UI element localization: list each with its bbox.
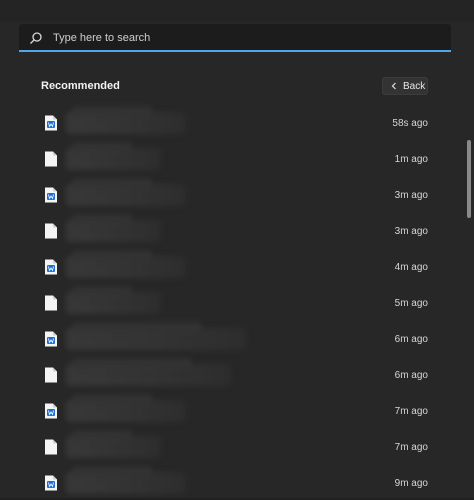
back-label: Back	[403, 81, 426, 92]
start-search-panel: Recommended Back 58s ago 1m ago 3m ago 3m a…	[0, 0, 474, 498]
recommended-list: 58s ago 1m ago 3m ago 3m ago 4m ago 5m ago 6m …	[0, 104, 466, 500]
recommended-item[interactable]: 9m ago	[0, 464, 466, 500]
recommended-item[interactable]: 6m ago	[0, 356, 466, 392]
item-time: 6m ago	[394, 370, 428, 381]
item-time: 4m ago	[394, 262, 428, 273]
redacted-filename-shadow	[72, 394, 152, 404]
scrollbar-thumb[interactable]	[467, 140, 471, 218]
redacted-filename-shadow	[72, 178, 152, 188]
recommended-item[interactable]: 6m ago	[0, 320, 466, 356]
item-time: 7m ago	[394, 442, 428, 453]
word-doc-icon	[45, 259, 57, 275]
recommended-item[interactable]: 7m ago	[0, 428, 466, 464]
word-doc-icon	[45, 403, 57, 419]
item-time: 5m ago	[394, 298, 428, 309]
back-button[interactable]: Back	[382, 77, 428, 95]
item-time: 3m ago	[394, 190, 428, 201]
word-doc-icon	[45, 331, 57, 347]
recommended-item[interactable]: 4m ago	[0, 248, 466, 284]
file-icon	[45, 223, 57, 239]
recommended-item[interactable]: 7m ago	[0, 392, 466, 428]
redacted-filename-shadow	[72, 358, 192, 368]
top-strip	[0, 0, 474, 22]
item-time: 9m ago	[394, 478, 428, 489]
chevron-left-icon	[391, 82, 396, 90]
recommended-heading: Recommended	[41, 80, 120, 92]
search-icon	[30, 32, 42, 44]
file-icon	[45, 367, 57, 383]
search-input[interactable]	[51, 24, 445, 52]
item-time: 1m ago	[394, 154, 428, 165]
file-icon	[45, 151, 57, 167]
redacted-filename-shadow	[72, 142, 132, 152]
word-doc-icon	[45, 187, 57, 203]
redacted-filename-shadow	[72, 286, 132, 296]
recommended-item[interactable]: 3m ago	[0, 212, 466, 248]
redacted-filename-shadow	[72, 214, 132, 224]
word-doc-icon	[45, 475, 57, 491]
search-box[interactable]	[19, 24, 451, 52]
recommended-item[interactable]: 5m ago	[0, 284, 466, 320]
recommended-item[interactable]: 3m ago	[0, 176, 466, 212]
redacted-filename-shadow	[72, 250, 152, 260]
redacted-filename-shadow	[72, 430, 132, 440]
item-time: 7m ago	[394, 406, 428, 417]
recommended-item[interactable]: 1m ago	[0, 140, 466, 176]
item-time: 3m ago	[394, 226, 428, 237]
redacted-filename-shadow	[72, 106, 152, 116]
file-icon	[45, 295, 57, 311]
item-time: 58s ago	[392, 118, 428, 129]
recommended-item[interactable]: 58s ago	[0, 104, 466, 140]
word-doc-icon	[45, 115, 57, 131]
redacted-filename-shadow	[72, 322, 202, 332]
file-icon	[45, 439, 57, 455]
redacted-filename-shadow	[72, 466, 152, 476]
item-time: 6m ago	[394, 334, 428, 345]
